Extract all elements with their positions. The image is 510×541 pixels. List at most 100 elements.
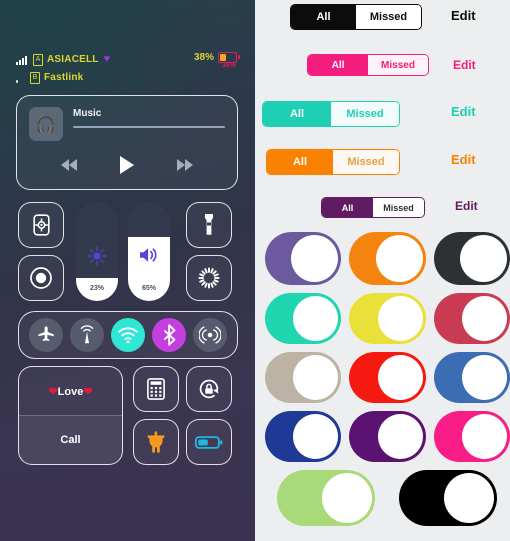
segment-black-edit-button[interactable]: Edit (451, 8, 476, 23)
toggle-knob (459, 235, 507, 282)
toggle-knob (444, 473, 494, 523)
airplane-mode-toggle[interactable] (28, 318, 63, 352)
call-button[interactable]: Call (19, 414, 122, 464)
segment-orange-all-option[interactable]: All (267, 150, 333, 174)
play-icon[interactable] (119, 156, 134, 174)
low-power-tile[interactable] (186, 419, 232, 465)
segment-black-missed-option[interactable]: Missed (356, 5, 421, 29)
screen-record-tile[interactable] (18, 255, 64, 301)
segment-purple-missed-option[interactable]: Missed (373, 198, 424, 217)
bluetooth-toggle[interactable] (152, 318, 187, 352)
favorite-contact-name: Love (57, 385, 84, 398)
segment-orange-edit-button[interactable]: Edit (451, 152, 476, 167)
media-controls (17, 150, 237, 180)
favorite-contact-widget[interactable]: ❤Love❤ Call (18, 366, 123, 465)
toggle-lime[interactable] (277, 470, 375, 526)
wifi-toggle[interactable] (110, 318, 145, 352)
segmented-controls-panel: All Missed Edit All Missed Edit All Missed Edit A… (255, 0, 510, 541)
toggle-red[interactable] (349, 352, 426, 403)
carrier-name-secondary: Fastlink (44, 72, 84, 83)
segment-teal-missed-option[interactable]: Missed (331, 102, 399, 126)
calculator-tile[interactable] (133, 366, 179, 412)
calculator-icon (147, 378, 165, 400)
toggle-row (255, 352, 510, 403)
volume-icon (128, 246, 170, 269)
cellular-data-toggle[interactable] (69, 318, 104, 352)
toggle-indigo[interactable] (349, 411, 426, 462)
segment-pink-edit-button[interactable]: Edit (453, 58, 476, 72)
sim-a-badge: A (33, 53, 43, 66)
sim-b-badge: B (30, 71, 40, 84)
heart-icon-right: ❤ (83, 385, 93, 398)
brightness-slider[interactable]: 23% (76, 202, 118, 301)
heart-icon-left: ❤ (48, 385, 58, 398)
segment-purple[interactable]: All Missed (321, 197, 425, 218)
fast-forward-icon[interactable] (177, 159, 194, 171)
call-button-label: Call (60, 433, 81, 446)
rotation-lock-tile[interactable] (186, 366, 232, 412)
timer-tile[interactable] (186, 255, 232, 301)
segment-teal-all-option[interactable]: All (263, 102, 331, 126)
toggle-knob (377, 414, 423, 459)
volume-slider[interactable]: 65% (128, 202, 170, 301)
segment-pink-all-label: All (331, 59, 345, 71)
toggle-knob (375, 235, 423, 282)
toggle-knob (293, 414, 339, 459)
bluetooth-icon (163, 324, 176, 346)
power-plug-tile[interactable] (133, 419, 179, 465)
volume-value-label: 65% (141, 285, 156, 292)
toggle-row (255, 293, 510, 344)
segment-black-all-label: All (316, 11, 331, 23)
segment-black-all-option[interactable]: All (291, 5, 356, 29)
toggle-knob (293, 296, 339, 341)
toggle-steel-blue[interactable] (433, 352, 510, 403)
toggle-yellow[interactable] (349, 293, 426, 344)
toggle-orange[interactable] (349, 232, 426, 285)
toggle-black[interactable] (399, 470, 497, 526)
toggle-row (255, 232, 510, 285)
status-bar: A ASIACELL ♥ B Fastlink 38% 38% (16, 52, 245, 86)
segment-purple-missed-label: Missed (383, 202, 414, 213)
toggle-taupe[interactable] (265, 352, 342, 403)
airdrop-toggle[interactable] (193, 318, 228, 352)
segment-orange-all-label: All (292, 156, 308, 168)
toggle-magenta[interactable] (433, 411, 510, 462)
segment-pink-all-option[interactable]: All (308, 55, 368, 75)
segment-pink-missed-option[interactable]: Missed (368, 55, 428, 75)
toggle-row (255, 411, 510, 462)
toggle-navy[interactable] (265, 411, 342, 462)
segment-black[interactable]: All Missed (290, 4, 422, 30)
segment-orange[interactable]: All Missed (266, 149, 400, 175)
airdrop-icon (199, 326, 222, 344)
segment-teal-edit-button[interactable]: Edit (451, 104, 476, 119)
segment-purple-all-label: All (341, 202, 354, 213)
segment-purple-edit-button[interactable]: Edit (455, 199, 478, 213)
screen-mirroring-icon (32, 214, 50, 236)
brightness-icon (76, 246, 118, 271)
status-bar-secondary-row: B Fastlink (16, 70, 245, 85)
battery-icon (195, 435, 223, 449)
segment-orange-missed-option[interactable]: Missed (333, 150, 399, 174)
media-player-card[interactable]: 🎧 Music (16, 95, 238, 190)
segment-purple-all-option[interactable]: All (322, 198, 373, 217)
control-center-panel: A ASIACELL ♥ B Fastlink 38% 38% 🎧 Music (0, 0, 255, 541)
toggle-slate-purple[interactable] (265, 232, 342, 285)
toggle-crimson[interactable] (433, 293, 510, 344)
segment-orange-missed-label: Missed (347, 156, 385, 168)
toggle-switch-grid (255, 232, 510, 541)
toggle-knob (377, 296, 423, 341)
battery-fill (220, 54, 226, 61)
toggle-charcoal[interactable] (433, 232, 510, 285)
media-progress-bar[interactable] (73, 126, 225, 128)
flashlight-tile[interactable] (186, 202, 232, 248)
segment-pink[interactable]: All Missed (307, 54, 429, 76)
segment-teal[interactable]: All Missed (262, 101, 400, 127)
timer-icon (198, 267, 220, 289)
toggle-turquoise[interactable] (265, 293, 342, 344)
headphones-icon: 🎧 (35, 114, 57, 134)
connectivity-group (18, 311, 238, 359)
rewind-icon[interactable] (60, 159, 77, 171)
screen-mirroring-tile[interactable] (18, 202, 64, 248)
segment-teal-all-label: All (289, 108, 305, 120)
toggle-row (255, 470, 510, 526)
